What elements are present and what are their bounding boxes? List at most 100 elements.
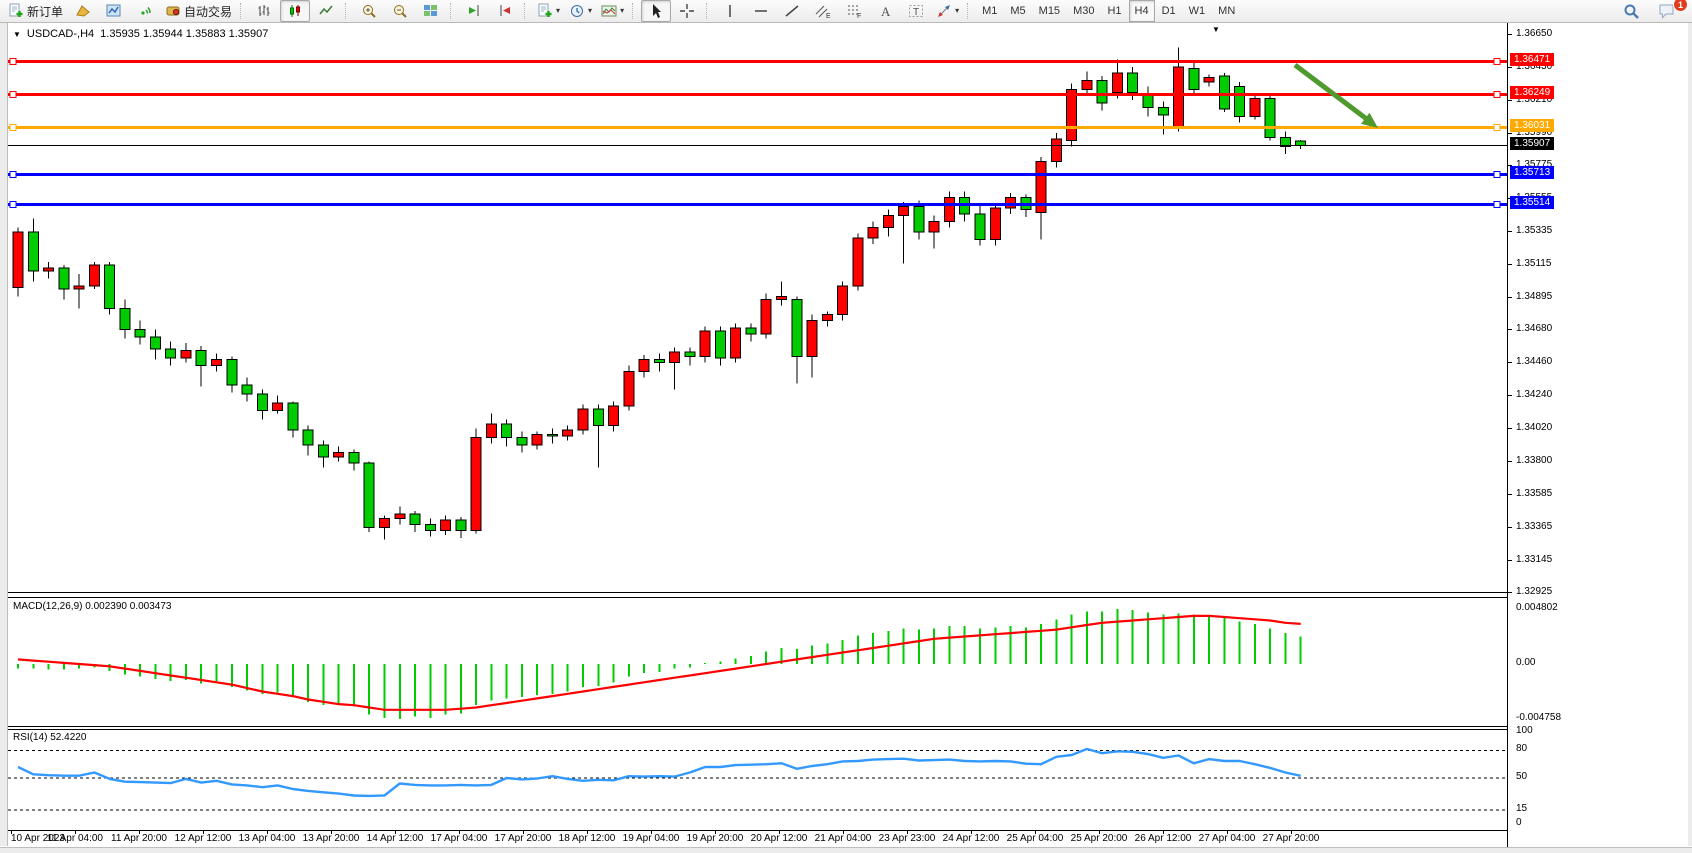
chart-window-button[interactable] <box>99 0 129 22</box>
tick-mark <box>1508 133 1512 134</box>
trendline-button[interactable] <box>777 0 807 22</box>
tick-mark <box>1508 461 1512 462</box>
rsi-axis-label: 0 <box>1516 817 1522 828</box>
cursor-button[interactable] <box>641 0 671 22</box>
timeframe-w1-button[interactable]: W1 <box>1183 0 1212 22</box>
arrows-icon <box>936 3 952 19</box>
rsi-indicator-panel[interactable] <box>8 729 1507 831</box>
scroll-to-end-button[interactable] <box>459 0 489 22</box>
time-tick-mark <box>331 830 332 834</box>
crosshair-icon <box>679 3 695 19</box>
channel-button[interactable]: E <box>808 0 838 22</box>
rsi-label: RSI(14) 52.4220 <box>13 732 86 743</box>
timeframe-mn-button[interactable]: MN <box>1212 0 1241 22</box>
mt4-application: 新订单 自动交易 <box>0 0 1692 853</box>
time-axis-label: 25 Apr 20:00 <box>1071 833 1128 844</box>
time-axis[interactable]: 10 Apr 202311 Apr 04:0011 Apr 20:0012 Ap… <box>8 832 1507 847</box>
price-axis[interactable]: 1.366501.364301.362101.359901.357751.355… <box>1507 23 1688 847</box>
tile-windows-button[interactable] <box>416 0 446 22</box>
candlestick-button[interactable] <box>280 0 310 22</box>
toolbar-separator <box>345 3 350 19</box>
horizontal-line-button[interactable] <box>746 0 776 22</box>
tick-mark <box>1508 34 1512 35</box>
text-icon: A <box>877 3 893 19</box>
chat-button[interactable]: 1 <box>1652 0 1682 22</box>
new-chart-dropdown[interactable]: ▾ <box>533 0 564 22</box>
toolbar-separator <box>706 3 711 19</box>
axis-tick-label: 1.33145 <box>1516 554 1552 565</box>
chevron-down-icon: ▾ <box>588 7 592 15</box>
timeframe-h1-button[interactable]: H1 <box>1101 0 1127 22</box>
line-chart-icon <box>318 3 334 19</box>
time-axis-label: 11 Apr 20:00 <box>111 833 167 844</box>
hline-price-label: 1.36471 <box>1510 53 1554 66</box>
time-axis-label: 13 Apr 20:00 <box>303 833 360 844</box>
scroll-marker-icon: ▼ <box>1212 25 1220 34</box>
chat-badge: 1 <box>1673 0 1688 12</box>
text-label-button[interactable]: T <box>901 0 931 22</box>
time-tick-mark <box>459 830 460 834</box>
timeframe-h4-button[interactable]: H4 <box>1129 0 1155 22</box>
tick-mark <box>1508 362 1512 363</box>
template-dropdown[interactable]: ▾ <box>597 0 628 22</box>
crosshair-button[interactable] <box>672 0 702 22</box>
svg-text:A: A <box>881 4 891 19</box>
search-icon <box>1623 3 1640 20</box>
fibonacci-button[interactable]: F <box>839 0 869 22</box>
tick-mark <box>1508 100 1512 101</box>
text-button[interactable]: A <box>870 0 900 22</box>
search-button[interactable] <box>1616 0 1646 22</box>
window-left-edge <box>0 23 8 846</box>
signal-button[interactable] <box>130 0 160 22</box>
time-tick-mark <box>587 830 588 834</box>
vertical-line-button[interactable] <box>715 0 745 22</box>
timeframe-m1-button[interactable]: M1 <box>976 0 1003 22</box>
axis-tick-label: 1.34240 <box>1516 389 1552 400</box>
new-order-button[interactable]: 新订单 <box>4 0 67 22</box>
hline-price-label: 1.36249 <box>1510 86 1554 99</box>
macd-label: MACD(12,26,9) 0.002390 0.003473 <box>13 601 171 612</box>
new-order-icon <box>8 3 24 19</box>
timeframe-m5-button[interactable]: M5 <box>1004 0 1031 22</box>
time-axis-label: 19 Apr 20:00 <box>687 833 744 844</box>
chart-window-icon <box>106 3 122 19</box>
timeframe-m15-button[interactable]: M15 <box>1033 0 1066 22</box>
macd-indicator-panel[interactable] <box>8 597 1507 727</box>
rsi-axis-label: 15 <box>1516 803 1527 814</box>
line-chart-button[interactable] <box>311 0 341 22</box>
bar-chart-button[interactable] <box>249 0 279 22</box>
toolbar-separator <box>967 3 972 19</box>
template-chart-icon <box>601 3 617 19</box>
collapse-triangle-icon[interactable]: ▼ <box>13 30 21 39</box>
time-axis-label: 26 Apr 12:00 <box>1135 833 1192 844</box>
axis-tick-label: 1.35115 <box>1516 258 1551 269</box>
tick-mark <box>1508 231 1512 232</box>
zoom-in-button[interactable] <box>354 0 384 22</box>
axis-tick-label: 1.34895 <box>1516 291 1552 302</box>
time-tick-mark <box>1163 830 1164 834</box>
hline-price-label: 1.35713 <box>1510 166 1554 179</box>
rsi-axis-label: 50 <box>1516 771 1527 782</box>
time-tick-mark <box>1099 830 1100 834</box>
time-axis-label: 11 Apr 04:00 <box>47 833 103 844</box>
axis-tick-label: 1.34460 <box>1516 356 1552 367</box>
toolbar-separator <box>524 3 529 19</box>
main-price-chart[interactable] <box>8 24 1507 593</box>
autotrading-button[interactable]: 自动交易 <box>161 0 236 22</box>
styler-button[interactable] <box>68 0 98 22</box>
toolbar-separator <box>632 3 637 19</box>
text-label-icon: T <box>908 3 924 19</box>
time-axis-label: 19 Apr 04:00 <box>623 833 680 844</box>
chart-shift-button[interactable] <box>490 0 520 22</box>
axis-tick-label: 1.32925 <box>1516 586 1552 597</box>
time-tick-mark <box>971 830 972 834</box>
zoom-out-button[interactable] <box>385 0 415 22</box>
period-dropdown[interactable]: ▾ <box>565 0 596 22</box>
axis-tick-label: 1.36650 <box>1516 28 1552 39</box>
arrows-dropdown[interactable]: ▾ <box>932 0 963 22</box>
timeframe-m30-button[interactable]: M30 <box>1067 0 1100 22</box>
tick-mark <box>1508 592 1512 593</box>
timeframe-d1-button[interactable]: D1 <box>1156 0 1182 22</box>
time-axis-label: 27 Apr 04:00 <box>1199 833 1256 844</box>
main-toolbar: 新订单 自动交易 <box>0 0 1692 23</box>
